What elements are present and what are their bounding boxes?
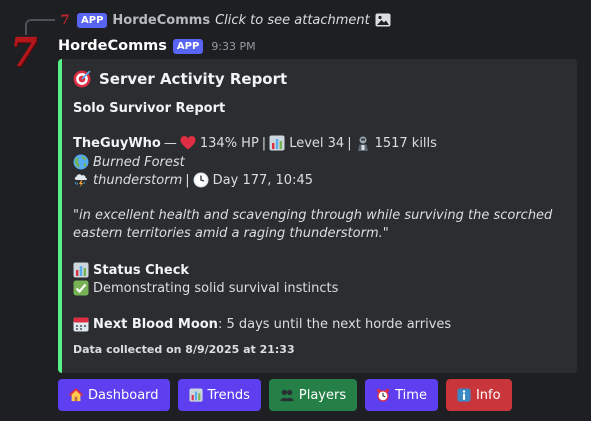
players-button[interactable]: Players — [268, 379, 358, 411]
weather-value: thunderstorm — [93, 172, 183, 188]
app-tag: APP — [172, 38, 204, 54]
username[interactable]: HordeComms — [58, 38, 167, 54]
embed-subtitle: Solo Survivor Report — [73, 101, 226, 116]
status-heading: Status Check — [93, 262, 190, 278]
embed-title: Server Activity Report — [73, 70, 287, 88]
house-icon — [69, 388, 83, 402]
dash-separator: — — [163, 135, 177, 151]
timestamp: 9:33 PM — [211, 39, 256, 53]
player-stats-line: TheGuyWho — 134% HP | Level 34 | 1517 ki… — [73, 135, 437, 151]
clock-icon — [193, 172, 209, 188]
status-text-line: Demonstrating solid survival instincts — [73, 280, 338, 296]
info-button-label: Info — [475, 387, 501, 403]
pipe-separator: | — [261, 135, 267, 151]
status-heading-line: Status Check — [73, 262, 189, 278]
action-buttons: Dashboard Trends Players Time Info — [58, 379, 512, 411]
pipe-separator: | — [347, 135, 352, 151]
embed-card: Server Activity Report Solo Survivor Rep… — [58, 59, 577, 373]
reply-preview[interactable]: 7 APP HordeComms Click to see attachment — [58, 10, 391, 30]
blood-moon-label: Next Blood Moon — [93, 316, 218, 332]
people-icon — [280, 389, 294, 402]
blood-moon-line: Next Blood Moon : 5 days until the next … — [73, 316, 451, 332]
trends-button[interactable]: Trends — [177, 379, 261, 411]
bar-chart-icon — [188, 388, 203, 402]
embed-title-text: Server Activity Report — [99, 70, 288, 88]
level-value: Level 34 — [289, 135, 345, 151]
info-icon — [457, 388, 471, 402]
pipe-separator: | — [185, 172, 190, 188]
players-button-label: Players — [298, 387, 347, 403]
info-button[interactable]: Info — [445, 379, 512, 411]
kills-value: 1517 kills — [374, 135, 437, 151]
flavor-quote: "in excellent health and scavenging thro… — [73, 208, 553, 241]
embed-footer: Data collected on 8/9/2025 at 21:33 — [73, 343, 295, 356]
location-value: Burned Forest — [93, 154, 185, 170]
alarm-clock-icon — [377, 388, 390, 402]
hp-value: 134% HP — [199, 135, 259, 151]
avatar[interactable]: 7 — [3, 29, 45, 76]
reply-avatar[interactable]: 7 — [58, 13, 72, 28]
target-icon — [73, 70, 91, 88]
heart-icon — [180, 136, 196, 150]
image-icon — [375, 13, 391, 27]
globe-icon — [73, 154, 89, 170]
bar-chart-icon — [269, 135, 285, 151]
time-button-label: Time — [395, 387, 427, 403]
reply-username[interactable]: HordeComms — [112, 13, 210, 28]
reply-app-tag: APP — [77, 12, 108, 28]
calendar-icon — [73, 317, 89, 332]
trends-button-label: Trends — [207, 387, 250, 403]
thunderstorm-icon — [74, 174, 88, 188]
location-line: Burned Forest — [73, 154, 185, 170]
blood-moon-text: : 5 days until the next horde arrives — [217, 316, 452, 332]
reply-hint[interactable]: Click to see attachment — [215, 13, 370, 28]
message-header: HordeComms APP 9:33 PM — [58, 36, 256, 56]
time-button[interactable]: Time — [365, 379, 438, 411]
status-text: Demonstrating solid survival instincts — [93, 280, 339, 296]
zombie-icon — [357, 136, 368, 151]
day-value: Day 177, 10:45 — [212, 172, 313, 188]
check-mark-icon — [73, 280, 89, 296]
dashboard-button[interactable]: Dashboard — [58, 379, 170, 411]
player-name: TheGuyWho — [73, 135, 161, 151]
bar-chart-icon — [73, 262, 89, 278]
dashboard-button-label: Dashboard — [88, 387, 159, 403]
weather-line: thunderstorm | Day 177, 10:45 — [73, 172, 313, 188]
